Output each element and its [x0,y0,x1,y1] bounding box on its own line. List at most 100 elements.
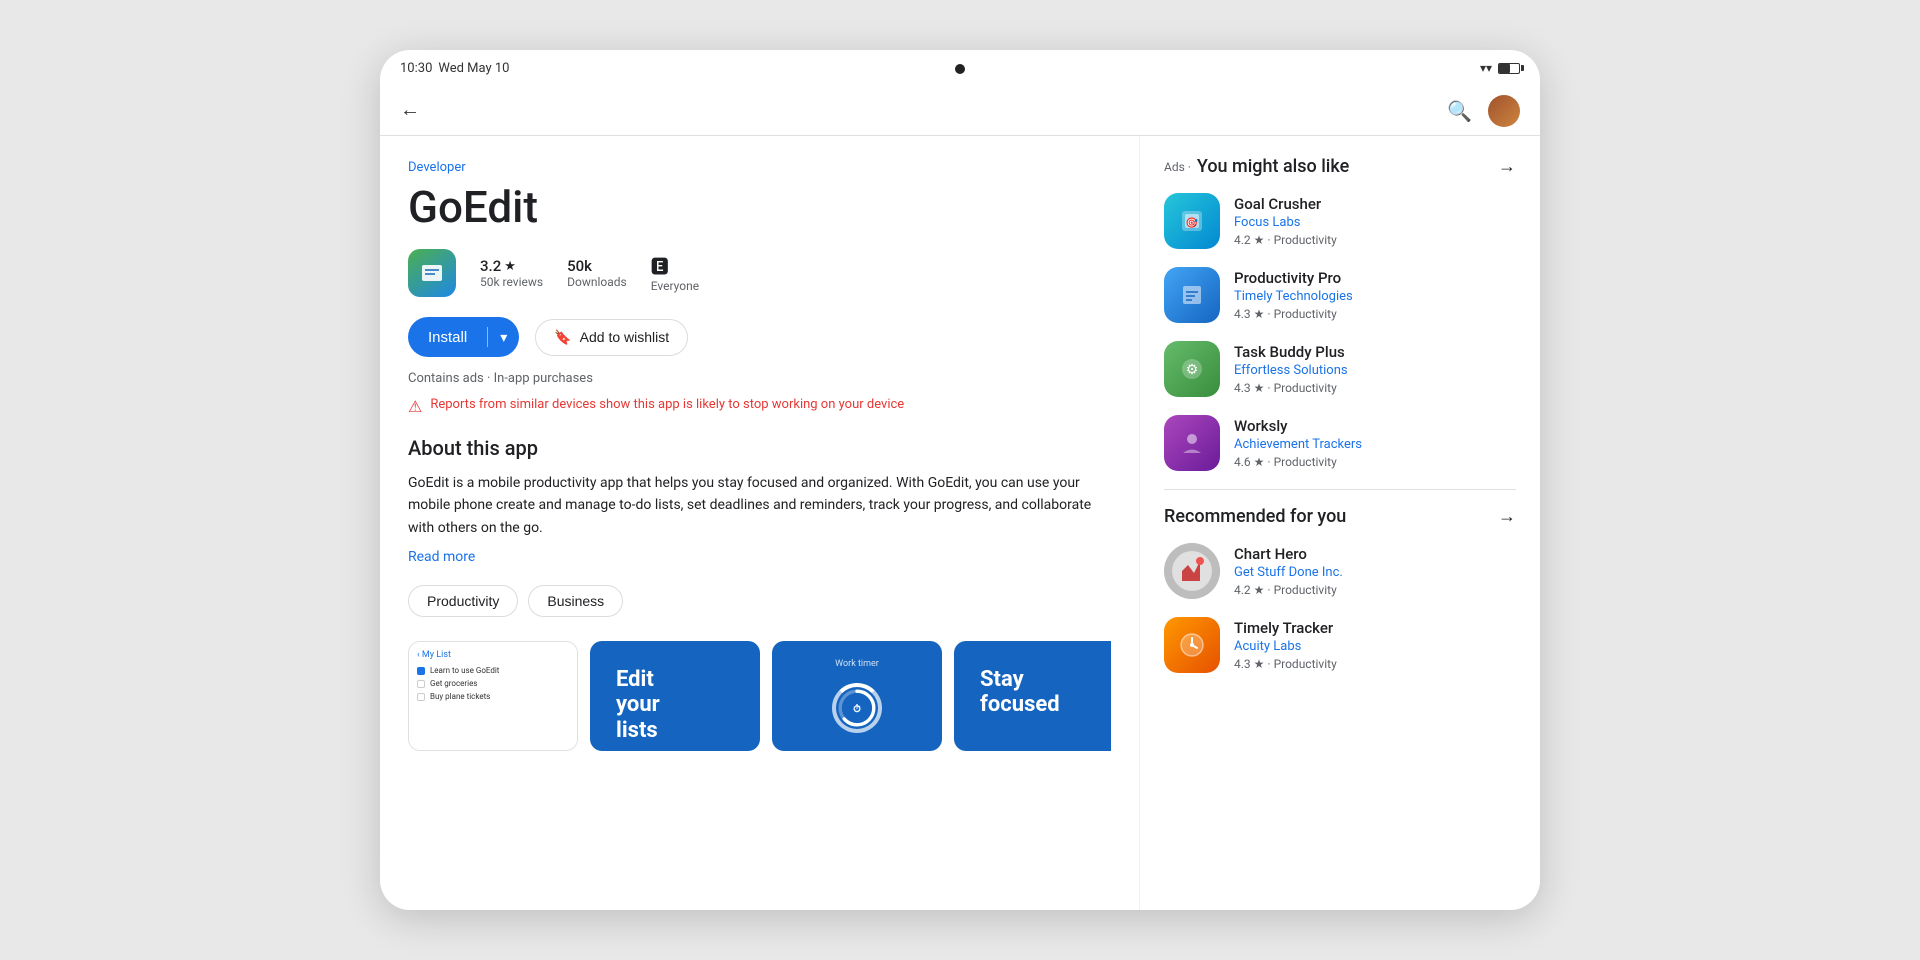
app-icon [408,249,456,297]
app-name-task-buddy: Task Buddy Plus [1234,343,1516,361]
avatar[interactable] [1488,95,1520,127]
reviews-label: 50k reviews [480,275,543,289]
section-divider [1164,489,1516,490]
svg-text:🎯: 🎯 [1186,217,1199,229]
recommended-arrow[interactable]: → [1498,506,1516,527]
nav-bar: ← 🔍 [380,86,1540,136]
svg-text:⏱: ⏱ [853,703,861,715]
app-name-chart-hero: Chart Hero [1234,545,1516,563]
recommended-section: Recommended for you → Chart Hero [1164,506,1516,673]
app-developer-worksly[interactable]: Achievement Trackers [1234,437,1516,452]
app-info-task-buddy: Task Buddy Plus Effortless Solutions 4.3… [1234,343,1516,395]
app-rating-timely-tracker: 4.3★·Productivity [1234,657,1516,671]
app-developer-productivity-pro[interactable]: Timely Technologies [1234,289,1516,304]
battery-icon [1498,63,1520,74]
app-rating-productivity-pro: 4.3★·Productivity [1234,307,1516,321]
wishlist-button[interactable]: 🔖 Add to wishlist [535,319,688,356]
wishlist-icon: 🔖 [554,329,571,346]
install-dropdown-arrow[interactable]: ▾ [488,329,519,346]
you-might-like-arrow[interactable]: → [1498,156,1516,177]
screenshot-2-text: Edityourlists [604,655,672,751]
app-info-goal-crusher: Goal Crusher Focus Labs 4.2★·Productivit… [1234,195,1516,247]
app-info-timely-tracker: Timely Tracker Acuity Labs 4.3★·Producti… [1234,619,1516,671]
app-rating-task-buddy: 4.3★·Productivity [1234,381,1516,395]
screenshot-4[interactable]: Stayfocused [954,641,1111,751]
app-rating-worksly: 4.6★·Productivity [1234,455,1516,469]
age-rating-icon: 🅴 [651,253,669,279]
camera-dot [955,64,965,74]
you-might-like-heading: You might also like [1197,156,1349,177]
app-name-timely-tracker: Timely Tracker [1234,619,1516,637]
app-name-goal-crusher: Goal Crusher [1234,195,1516,213]
timer-circle: ⏱ [832,683,882,733]
ads-label: Ads · [1164,160,1191,174]
button-row: Install ▾ 🔖 Add to wishlist [408,317,1111,357]
ad-app-3[interactable]: ⚙ Task Buddy Plus Effortless Solutions 4… [1164,341,1516,397]
app-info-productivity-pro: Productivity Pro Timely Technologies 4.3… [1234,269,1516,321]
ad-app-4[interactable]: Worksly Achievement Trackers 4.6★·Produc… [1164,415,1516,471]
ad-app-2[interactable]: Productivity Pro Timely Technologies 4.3… [1164,267,1516,323]
recommended-heading: Recommended for you [1164,506,1346,527]
screenshot-4-text: Stayfocused [968,655,1072,730]
wifi-icon: ▾▾ [1480,61,1492,75]
developer-link[interactable]: Developer [408,160,1111,175]
install-button[interactable]: Install ▾ [408,317,519,357]
recommended-section-header: Recommended for you → [1164,506,1516,527]
back-button[interactable]: ← [400,99,420,122]
tablet-frame: 10:30 Wed May 10 ▾▾ ← 🔍 Developer GoEdit [380,50,1540,910]
downloads-meta: 50k Downloads [567,257,627,289]
timer-label: Work timer [835,659,879,669]
app-icon-timely-tracker [1164,617,1220,673]
app-developer-goal-crusher[interactable]: Focus Labs [1234,215,1516,230]
app-icon-worksly [1164,415,1220,471]
app-info-chart-hero: Chart Hero Get Stuff Done Inc. 4.2★·Prod… [1234,545,1516,597]
tag-productivity[interactable]: Productivity [408,585,518,617]
date-display: Wed May 10 [438,61,509,76]
app-title: GoEdit [408,181,1111,233]
screenshot-1[interactable]: ‹ My List Learn to use GoEdit Get grocer… [408,641,578,751]
app-name-worksly: Worksly [1234,417,1516,435]
about-title: About this app [408,436,1111,460]
wishlist-label: Add to wishlist [580,329,669,345]
app-rating-chart-hero: 4.2★·Productivity [1234,583,1516,597]
app-meta: 3.2 ★ 50k reviews 50k Downloads 🅴 Everyo [408,249,1111,297]
svg-text:⚙: ⚙ [1186,362,1199,378]
app-icon-productivity-pro [1164,267,1220,323]
left-panel: Developer GoEdit 3.2 ★ 50k reviews [380,136,1140,910]
app-info-worksly: Worksly Achievement Trackers 4.6★·Produc… [1234,417,1516,469]
age-rating-label: Everyone [651,279,699,293]
app-rating-goal-crusher: 4.2★·Productivity [1234,233,1516,247]
install-label: Install [408,329,487,346]
app-developer-timely-tracker[interactable]: Acuity Labs [1234,639,1516,654]
screenshot-3[interactable]: Work timer ⏱ [772,641,942,751]
ad-app-1[interactable]: 🎯 Goal Crusher Focus Labs 4.2★·Productiv… [1164,193,1516,249]
downloads-label: Downloads [567,275,627,289]
read-more-link[interactable]: Read more [408,549,1111,565]
app-icon-task-buddy: ⚙ [1164,341,1220,397]
screenshot-2[interactable]: Edityourlists [590,641,760,751]
star-icon: ★ [504,259,516,274]
warning-text: Reports from similar devices show this a… [430,396,904,414]
downloads-value: 50k [567,257,592,275]
tags-row: Productivity Business [408,585,1111,617]
screenshots-row: ‹ My List Learn to use GoEdit Get grocer… [408,641,1111,751]
about-text: GoEdit is a mobile productivity app that… [408,472,1111,539]
warning-row: ⚠ Reports from similar devices show this… [408,396,1111,416]
app-icon-chart-hero [1164,543,1220,599]
time-display: 10:30 [400,61,432,76]
main-content: Developer GoEdit 3.2 ★ 50k reviews [380,136,1540,910]
contains-ads-label: Contains ads · In-app purchases [408,371,1111,386]
app-developer-chart-hero[interactable]: Get Stuff Done Inc. [1234,565,1516,580]
app-icon-goal-crusher: 🎯 [1164,193,1220,249]
right-panel: Ads · You might also like → 🎯 Goal Crush… [1140,136,1540,910]
search-icon[interactable]: 🔍 [1447,99,1472,123]
warning-icon: ⚠ [408,397,422,416]
recommended-app-2[interactable]: Timely Tracker Acuity Labs 4.3★·Producti… [1164,617,1516,673]
age-rating-meta: 🅴 Everyone [651,253,699,293]
app-name-productivity-pro: Productivity Pro [1234,269,1516,287]
recommended-app-1[interactable]: Chart Hero Get Stuff Done Inc. 4.2★·Prod… [1164,543,1516,599]
rating-meta: 3.2 ★ 50k reviews [480,257,543,289]
tag-business[interactable]: Business [528,585,623,617]
rating-value: 3.2 [480,257,501,275]
app-developer-task-buddy[interactable]: Effortless Solutions [1234,363,1516,378]
